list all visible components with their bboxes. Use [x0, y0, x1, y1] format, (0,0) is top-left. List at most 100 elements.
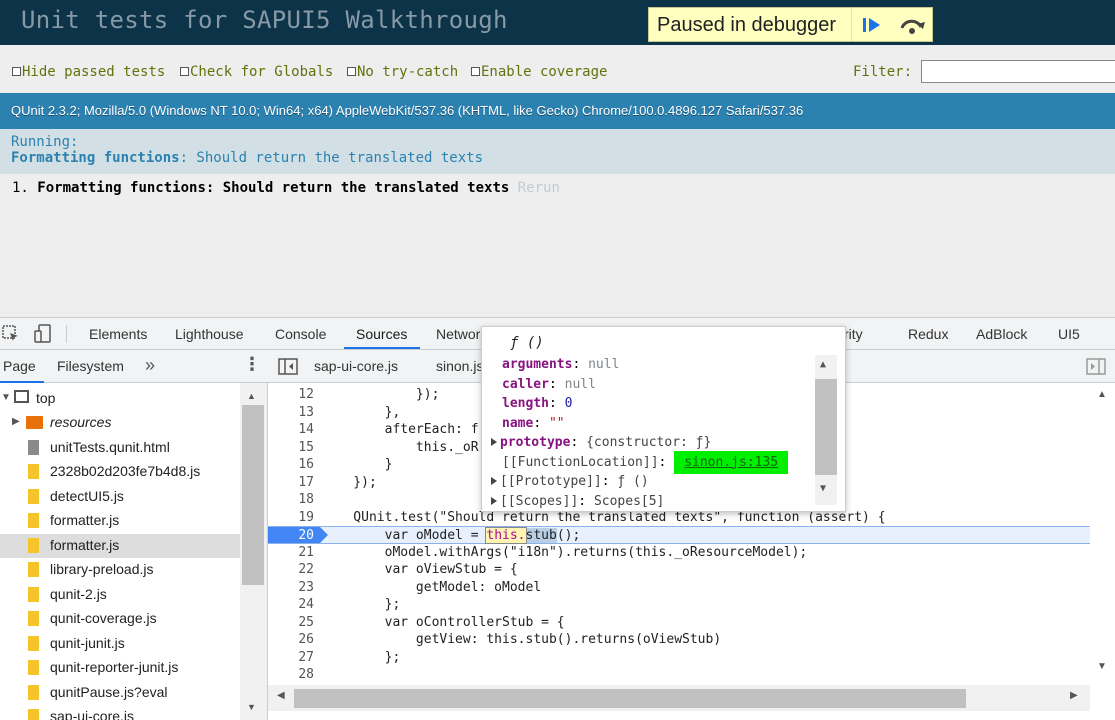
code-line: 28 — [268, 666, 1090, 684]
hide-passed-option[interactable]: Hide passed tests — [12, 64, 165, 80]
tab-sources[interactable]: Sources — [356, 326, 407, 342]
scroll-up-icon[interactable]: ▲ — [820, 359, 826, 370]
tree-item-file[interactable]: formatter.js — [0, 533, 240, 558]
enable-coverage-checkbox[interactable] — [471, 67, 480, 76]
function-location-link[interactable]: sinon.js:135 — [674, 450, 789, 474]
code-line: 24 }; — [268, 596, 1090, 614]
test-name[interactable]: Formatting functions: Should return the … — [37, 180, 509, 196]
tree-item-file[interactable]: library-preload.js — [0, 558, 240, 582]
line-number[interactable]: 14 — [268, 421, 314, 439]
scroll-up-icon[interactable]: ▲ — [247, 391, 256, 401]
line-number[interactable]: 26 — [268, 631, 314, 649]
property-value: Scopes[5] — [593, 493, 665, 509]
popover-property[interactable]: [[Scopes]]: Scopes[5] — [491, 493, 665, 509]
line-number[interactable]: 20 — [268, 527, 314, 545]
expand-arrow-icon[interactable] — [491, 477, 497, 485]
resume-button[interactable] — [851, 8, 891, 41]
code-line: 27 }; — [268, 649, 1090, 667]
hide-passed-checkbox[interactable] — [12, 67, 21, 76]
tab-ui5[interactable]: UI5 — [1058, 326, 1080, 342]
tree-item-file[interactable]: unitTests.qunit.html — [0, 436, 240, 460]
tab-lighthouse[interactable]: Lighthouse — [175, 326, 244, 342]
scroll-left-icon[interactable]: ◀ — [277, 690, 285, 701]
hovered-expression[interactable]: this. — [485, 527, 527, 544]
popover-property[interactable]: prototype: {constructor: ƒ} — [491, 435, 711, 450]
navigator-scrollbar[interactable]: ▲ ▼ — [240, 383, 267, 720]
device-toolbar-icon[interactable] — [33, 324, 53, 344]
tree-item-file[interactable]: qunitPause.js?eval — [0, 681, 240, 705]
no-try-catch-checkbox[interactable] — [347, 67, 356, 76]
line-number[interactable]: 16 — [268, 456, 314, 474]
line-number[interactable]: 28 — [268, 666, 314, 684]
tree-item-file[interactable]: detectUI5.js — [0, 485, 240, 509]
tree-item-file[interactable]: formatter.js — [0, 509, 240, 533]
line-number[interactable]: 23 — [268, 579, 314, 597]
scroll-down-icon[interactable]: ▼ — [247, 702, 256, 712]
property-value: "" — [548, 415, 565, 431]
editor-vertical-scrollbar[interactable]: ▲ ▼ — [1090, 383, 1115, 685]
tree-item-file[interactable]: sap-ui-core.js — [0, 705, 240, 720]
rerun-link[interactable]: Rerun — [518, 180, 560, 196]
scroll-down-icon[interactable]: ▼ — [1097, 661, 1107, 672]
editor-tab-sap-ui-core[interactable]: sap-ui-core.js — [314, 358, 398, 374]
line-number[interactable]: 12 — [268, 386, 314, 404]
tree-item-label: 2328b02d203fe7b4d8.js — [50, 463, 201, 479]
scroll-down-icon[interactable]: ▼ — [820, 483, 826, 494]
step-over-button[interactable] — [892, 8, 932, 41]
tab-redux[interactable]: Redux — [908, 326, 948, 342]
popover-property[interactable]: [[Prototype]]: ƒ () — [491, 474, 649, 489]
tab-console[interactable]: Console — [275, 326, 326, 342]
tree-item-file[interactable]: 2328b02d203fe7b4d8.js — [0, 460, 240, 484]
line-number[interactable]: 27 — [268, 649, 314, 667]
html-file-icon — [28, 439, 39, 455]
expand-arrow-icon[interactable] — [491, 438, 497, 446]
nav-tab-page[interactable]: Page — [3, 358, 36, 374]
tree-item-top[interactable]: ▼ top — [0, 387, 240, 411]
inspect-element-icon[interactable] — [2, 325, 20, 343]
toggle-navigator-icon[interactable] — [278, 358, 298, 375]
navigator-scroll-thumb[interactable] — [242, 405, 264, 585]
nav-tab-filesystem[interactable]: Filesystem — [57, 358, 124, 374]
toggle-debugger-icon[interactable] — [1086, 358, 1106, 375]
check-globals-option[interactable]: Check for Globals — [180, 64, 333, 80]
enable-coverage-option[interactable]: Enable coverage — [471, 64, 607, 80]
tab-adblock[interactable]: AdBlock — [976, 326, 1027, 342]
line-number[interactable]: 24 — [268, 596, 314, 614]
tab-network[interactable]: Network — [436, 326, 487, 342]
popover-scroll-thumb[interactable] — [815, 379, 837, 475]
check-globals-checkbox[interactable] — [180, 67, 189, 76]
line-number[interactable]: 19 — [268, 509, 314, 527]
line-number[interactable]: 22 — [268, 561, 314, 579]
navigator-menu-icon[interactable]: ⋮ — [243, 354, 261, 375]
line-number[interactable]: 21 — [268, 544, 314, 562]
line-number[interactable]: 13 — [268, 404, 314, 422]
line-number[interactable]: 18 — [268, 491, 314, 509]
hovered-identifier[interactable]: stub — [525, 528, 557, 543]
execution-line: 20 var oModel = this.stub(); — [268, 526, 1090, 544]
tab-security[interactable]: rity — [844, 326, 863, 342]
code-text: var oControllerStub = { — [322, 614, 565, 630]
tree-item-file[interactable]: qunit-2.js — [0, 583, 240, 607]
tab-elements[interactable]: Elements — [89, 326, 147, 342]
more-tabs-icon[interactable]: » — [145, 355, 155, 376]
popover-property: [[FunctionLocation]]: sinon.js:135 — [502, 450, 789, 474]
property-value: null — [564, 376, 596, 392]
editor-hscroll-thumb[interactable] — [294, 689, 966, 708]
expand-arrow-icon[interactable] — [491, 496, 497, 505]
tree-item-file[interactable]: qunit-junit.js — [0, 632, 240, 656]
line-number[interactable]: 17 — [268, 474, 314, 492]
scroll-right-icon[interactable]: ▶ — [1070, 690, 1078, 701]
line-number[interactable]: 25 — [268, 614, 314, 632]
tree-item-file[interactable]: qunit-reporter-junit.js — [0, 656, 240, 680]
no-try-catch-option[interactable]: No try-catch — [347, 64, 458, 80]
tree-item-label: detectUI5.js — [50, 487, 124, 504]
filter-input[interactable] — [921, 60, 1115, 83]
tree-item-resources[interactable]: ▶ resources — [0, 411, 240, 435]
popover-scrollbar[interactable]: ▲ ▼ — [815, 355, 837, 505]
js-file-icon — [28, 709, 39, 720]
editor-horizontal-scrollbar[interactable]: ◀ ▶ — [268, 685, 1090, 711]
scroll-up-icon[interactable]: ▲ — [1097, 389, 1107, 400]
line-number[interactable]: 15 — [268, 439, 314, 457]
tree-item-file[interactable]: qunit-coverage.js — [0, 607, 240, 631]
editor-tab-sinon[interactable]: sinon.js — [436, 358, 483, 374]
